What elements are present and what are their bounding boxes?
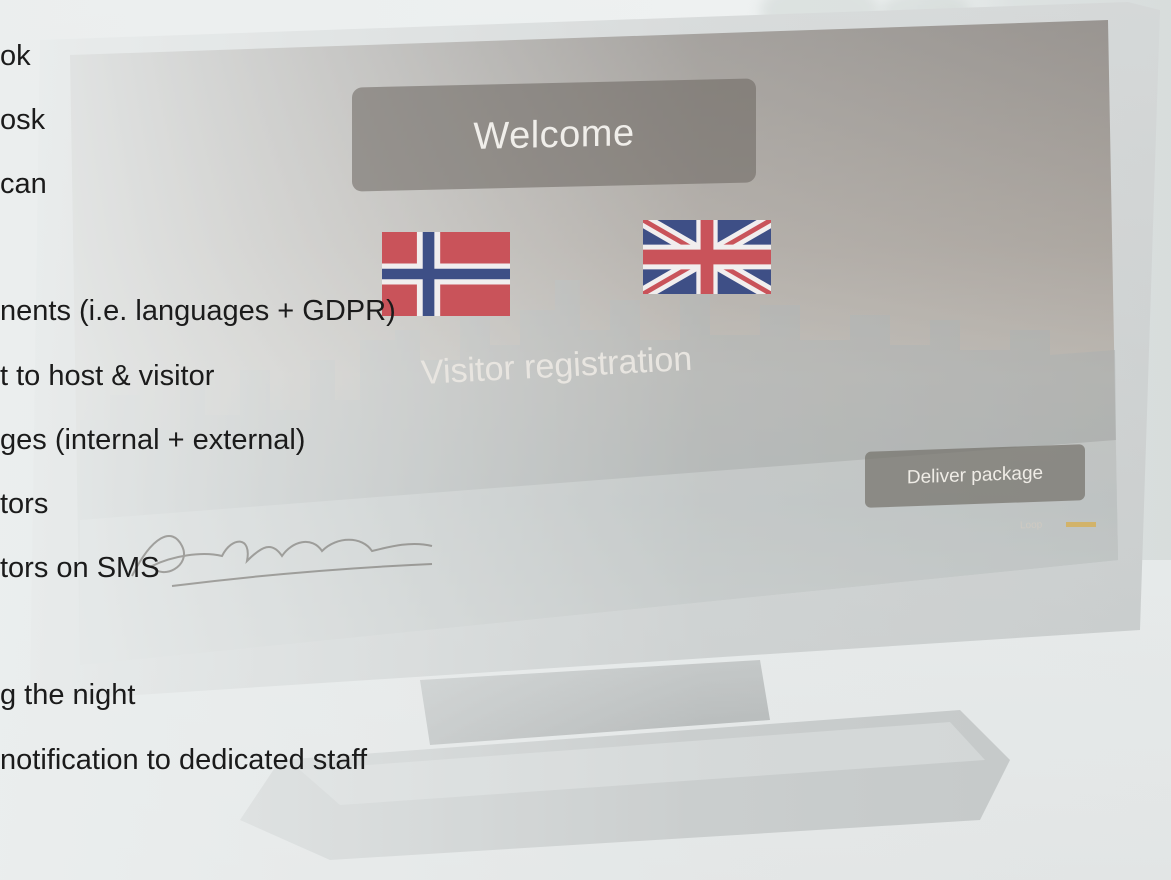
bullet-line: osk <box>0 104 46 136</box>
deliver-package-button[interactable]: Deliver package <box>865 444 1085 508</box>
loop-logo-bar <box>1066 522 1096 527</box>
uk-flag-icon[interactable] <box>643 220 771 294</box>
bullet-line: nents (i.e. languages + GDPR) <box>0 295 396 327</box>
bullet-line: notification to dedicated staff <box>0 744 368 776</box>
welcome-title: Welcome <box>473 111 635 158</box>
bullet-line: ges (internal + external) <box>0 424 306 456</box>
loop-logo: Loop <box>1019 519 1043 532</box>
bullet-line: ok <box>0 40 31 72</box>
bullet-line: g the night <box>0 679 136 711</box>
deliver-package-label: Deliver package <box>906 462 1044 489</box>
signature-graphic <box>131 535 433 587</box>
norwegian-flag-icon[interactable] <box>382 232 510 316</box>
bullet-line: can <box>0 168 47 200</box>
welcome-banner: Welcome <box>352 78 756 192</box>
bullet-line: t to host & visitor <box>0 360 215 392</box>
bullet-line: tors <box>0 488 49 520</box>
bullet-line: tors on SMS <box>0 552 160 584</box>
